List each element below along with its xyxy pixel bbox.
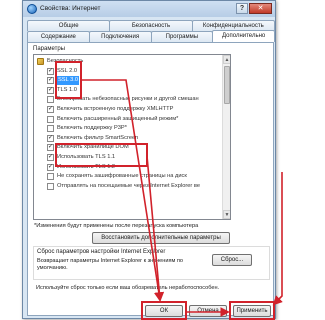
- annotation-arrows: [82, 79, 283, 317]
- arrow-right-side: [272, 172, 283, 306]
- tab-advanced[interactable]: Дополнительно: [212, 30, 275, 42]
- arrow-to-ok: [82, 79, 164, 302]
